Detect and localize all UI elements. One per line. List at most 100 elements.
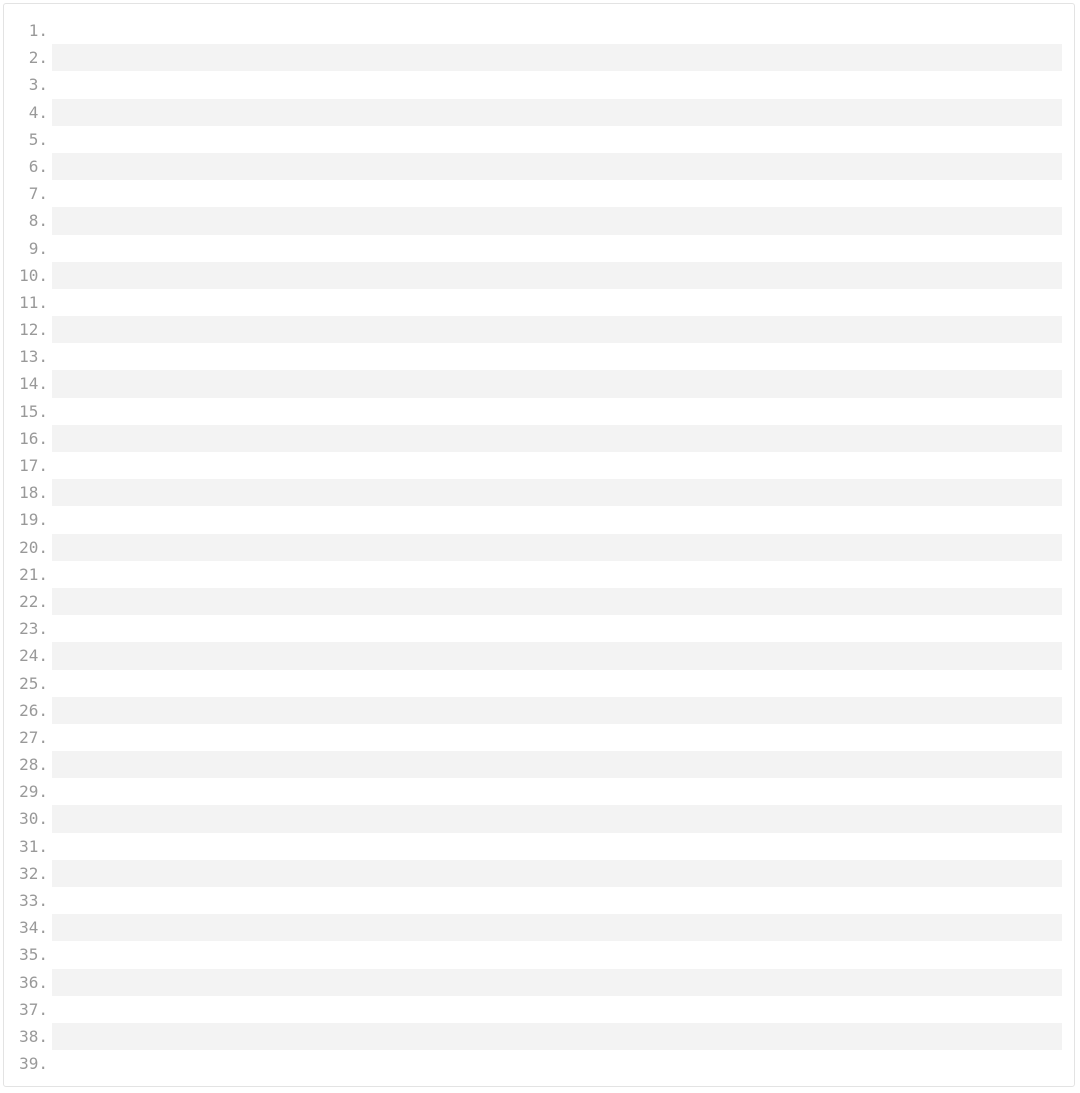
line-number: 25. xyxy=(19,673,48,693)
code-line: 10. xyxy=(4,261,1074,289)
code-line: 20. xyxy=(4,533,1074,561)
code-line: 8. xyxy=(4,207,1074,235)
code-line: 17. xyxy=(4,452,1074,479)
line-number: 5. xyxy=(28,129,48,149)
code-line: 31. xyxy=(4,833,1074,860)
code-line: 35. xyxy=(4,941,1074,968)
code-line: 9. xyxy=(4,235,1074,262)
code-line: 30. xyxy=(4,805,1074,833)
line-code xyxy=(52,968,1062,996)
code-line: 4. xyxy=(4,98,1074,126)
line-number: 30. xyxy=(19,809,48,829)
code-line: 13. xyxy=(4,343,1074,370)
line-code xyxy=(52,1022,1062,1051)
code-line: 24. xyxy=(4,642,1074,670)
line-number: 3. xyxy=(28,75,48,95)
line-code xyxy=(52,696,1062,724)
line-number: 28. xyxy=(19,755,48,775)
code-line: 29. xyxy=(4,778,1074,805)
line-number: 24. xyxy=(19,646,48,666)
code-line: 36. xyxy=(4,968,1074,996)
line-code xyxy=(52,261,1062,289)
line-number: 35. xyxy=(19,945,48,965)
line-number: 4. xyxy=(28,102,48,122)
code-line: 28. xyxy=(4,751,1074,779)
code-line: 19. xyxy=(4,506,1074,533)
line-number: 38. xyxy=(19,1026,48,1046)
line-number: 29. xyxy=(19,782,48,802)
line-code xyxy=(52,751,1062,779)
code-line: 5. xyxy=(4,126,1074,153)
line-number: 36. xyxy=(19,972,48,992)
line-code xyxy=(52,859,1062,887)
line-number: 1. xyxy=(28,21,48,40)
code-line: 12. xyxy=(4,316,1074,344)
line-number: 17. xyxy=(19,456,48,475)
code-line: 33. xyxy=(4,887,1074,914)
code-line: 14. xyxy=(4,370,1074,398)
line-code xyxy=(52,316,1062,344)
line-number: 39. xyxy=(19,1054,48,1074)
line-number: 15. xyxy=(19,401,48,421)
line-number: 19. xyxy=(19,510,48,530)
code-line: 22. xyxy=(4,587,1074,616)
code-line: 39. xyxy=(4,1050,1074,1077)
line-code xyxy=(52,587,1062,616)
code-lines: 1. 2. 3. 4. 5. 6. 7. 8. 9. 10. 11. 12. 13. 14. 15. 16. 1… xyxy=(4,17,1074,1077)
line-code xyxy=(52,642,1062,670)
line-code xyxy=(52,207,1062,235)
code-line: 34. xyxy=(4,914,1074,942)
line-code xyxy=(52,370,1062,398)
code-line: 18. xyxy=(4,479,1074,507)
code-line: 7. xyxy=(4,180,1074,207)
line-code xyxy=(52,98,1062,126)
line-number: 33. xyxy=(19,891,48,910)
code-line: 38. xyxy=(4,1022,1074,1051)
line-code xyxy=(52,805,1062,833)
line-number: 32. xyxy=(19,863,48,883)
line-number: 11. xyxy=(19,292,48,312)
line-number: 8. xyxy=(28,211,48,231)
line-number: 20. xyxy=(19,537,48,557)
code-line: 26. xyxy=(4,696,1074,724)
line-number: 16. xyxy=(19,428,48,448)
line-number: 31. xyxy=(19,836,48,856)
line-number: 21. xyxy=(19,564,48,584)
line-number: 26. xyxy=(19,700,48,720)
code-line: 15. xyxy=(4,398,1074,425)
line-code xyxy=(52,44,1062,72)
line-number: 22. xyxy=(19,591,48,611)
line-code xyxy=(52,424,1062,452)
line-number: 9. xyxy=(28,238,48,258)
line-code xyxy=(52,914,1062,942)
code-line: 25. xyxy=(4,670,1074,697)
code-line: 16. xyxy=(4,424,1074,452)
line-number: 12. xyxy=(19,320,48,340)
code-line: 21. xyxy=(4,561,1074,588)
line-code xyxy=(52,152,1062,181)
line-number: 34. xyxy=(19,918,48,938)
line-number: 23. xyxy=(19,619,48,639)
code-line: 6. xyxy=(4,152,1074,181)
line-number: 2. xyxy=(28,48,48,68)
line-number: 14. xyxy=(19,374,48,394)
code-block: 1. 2. 3. 4. 5. 6. 7. 8. 9. 10. 11. 12. 13. 14. 15. 16. 1… xyxy=(3,3,1075,1087)
